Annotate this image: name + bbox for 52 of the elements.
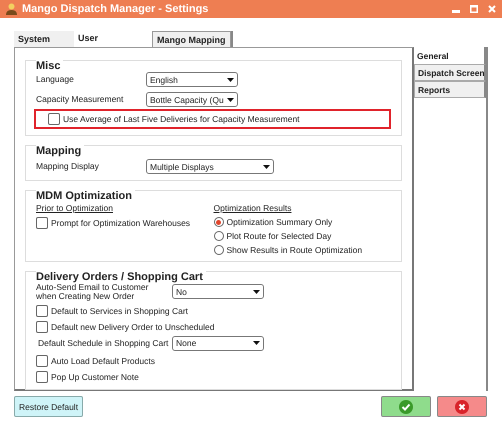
close-icon: [455, 400, 469, 414]
caret-icon: [263, 164, 270, 168]
checkbox[interactable]: [36, 217, 48, 229]
field-label: Capacity Measurement: [36, 95, 124, 104]
field-label: Mapping Display: [36, 162, 100, 171]
tab[interactable]: Dispatch Screen: [414, 64, 486, 81]
checkbox[interactable]: [36, 320, 48, 333]
dropdown[interactable]: No: [172, 284, 264, 300]
radio-label: Plot Route for Selected Day: [226, 231, 332, 241]
cancel-button[interactable]: [437, 396, 487, 417]
field-label: Default Schedule in Shopping Cart: [37, 338, 170, 348]
section-heading: Mapping: [36, 145, 84, 157]
radio-button[interactable]: [214, 217, 224, 227]
dropdown[interactable]: Bottle Capacity (Qu: [146, 92, 238, 107]
check-icon: [399, 400, 413, 414]
section-heading: Misc: [36, 60, 64, 72]
tab[interactable]: System: [14, 31, 74, 47]
caret-icon: [227, 78, 234, 82]
person-icon: [6, 3, 17, 15]
checkbox[interactable]: [36, 370, 48, 383]
checkbox[interactable]: [36, 304, 48, 317]
radio-label: Show Results in Route Optimization: [226, 245, 362, 255]
dropdown[interactable]: None: [172, 336, 264, 351]
checkbox[interactable]: [48, 113, 60, 125]
dropdown[interactable]: Multiple Displays: [146, 159, 274, 174]
restore-default-button[interactable]: Restore Default: [14, 396, 84, 417]
tab[interactable]: Mango Mapping: [152, 31, 230, 47]
maximize-icon[interactable]: [470, 5, 478, 13]
caret-icon: [227, 98, 234, 102]
subheading: Prior to Optimization: [36, 203, 114, 213]
checkbox-label: Pop Up Customer Note: [51, 372, 139, 382]
subheading: Optimization Results: [214, 203, 292, 213]
section-heading: Delivery Orders / Shopping Cart: [36, 271, 206, 283]
caret-icon: [253, 290, 260, 294]
caret-icon: [253, 341, 260, 346]
checkbox-label: Prompt for Optimization Warehouses: [51, 218, 190, 228]
section-heading: MDM Optimization: [36, 190, 135, 202]
radio-label: Optimization Summary Only: [226, 217, 332, 227]
tab[interactable]: Reports: [414, 81, 486, 98]
window-title: Mango Dispatch Manager - Settings: [22, 3, 210, 15]
field-label: Auto-Send Email to Customer when Creating New Order: [36, 283, 148, 301]
checkbox[interactable]: [36, 354, 48, 367]
radio-button[interactable]: [214, 231, 224, 241]
checkbox-label: Auto Load Default Products: [51, 356, 155, 366]
field-label: Language: [36, 75, 75, 84]
close-icon[interactable]: [488, 5, 496, 13]
dropdown[interactable]: English: [146, 72, 238, 87]
checkbox-label: Default to Services in Shopping Cart: [51, 306, 188, 316]
checkbox-label: Use Average of Last Five Deliveries for Capacity Measurement: [63, 114, 300, 124]
checkbox-label: Default new Delivery Order to Unscheduled: [51, 322, 214, 332]
tab[interactable]: General: [414, 47, 486, 64]
radio-button[interactable]: [214, 245, 224, 255]
